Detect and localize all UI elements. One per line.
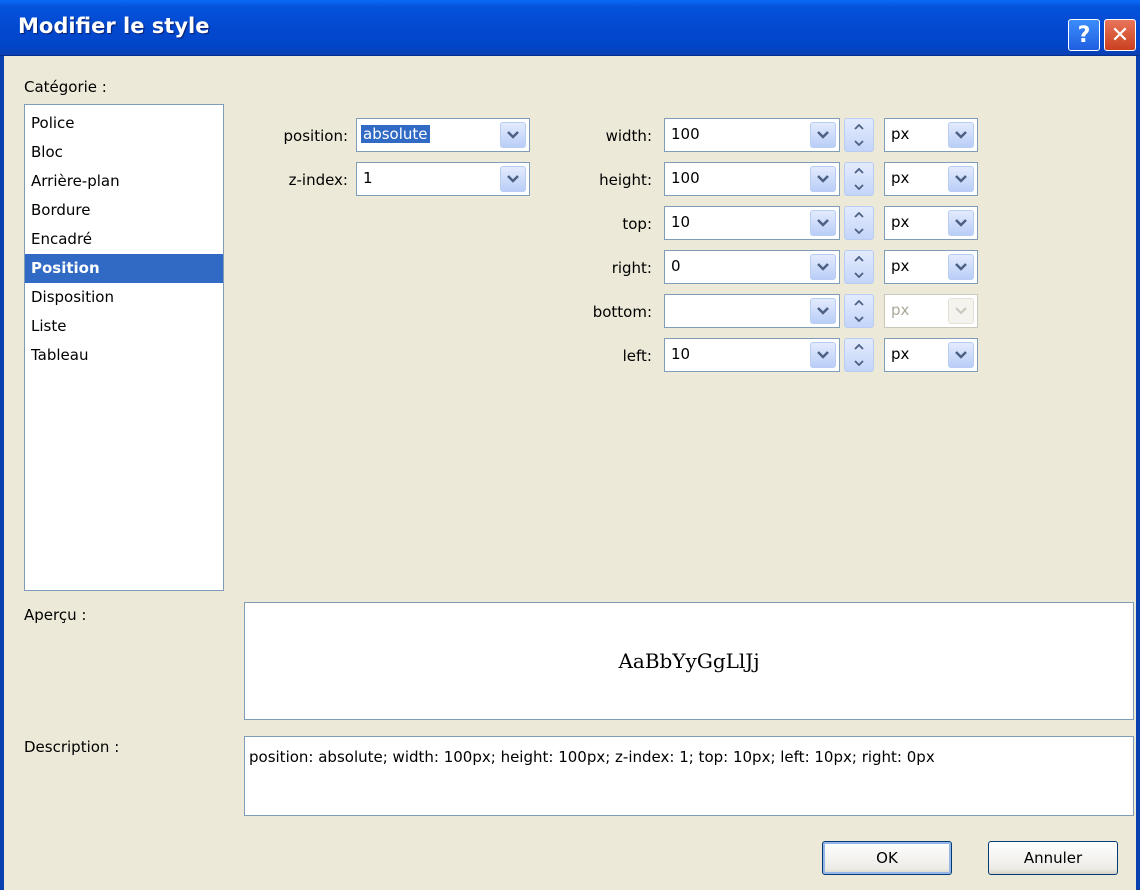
height-value: 100 [671,169,700,187]
right-label: right: [611,259,652,277]
arrow-up-icon[interactable] [845,207,873,223]
right-spinner[interactable] [844,250,874,284]
arrow-up-icon[interactable] [845,339,873,355]
zindex-value: 1 [363,169,373,187]
chevron-down-icon[interactable] [810,166,836,192]
chevron-down-icon [948,298,974,324]
arrow-down-icon[interactable] [845,179,873,195]
left-combo[interactable]: 10 [664,338,840,372]
height-label: height: [599,171,652,189]
cancel-button[interactable]: Annuler [988,841,1118,875]
preview-box: AaBbYyGgLlJj [244,602,1134,720]
width-value: 100 [671,125,700,143]
bottom-label: bottom: [592,303,652,321]
chevron-down-icon[interactable] [810,122,836,148]
chevron-down-icon[interactable] [948,166,974,192]
chevron-down-icon[interactable] [500,166,526,192]
category-item-tableau[interactable]: Tableau [25,341,223,370]
bottom-combo[interactable] [664,294,840,328]
chevron-down-icon[interactable] [810,254,836,280]
help-button[interactable]: ? [1068,19,1100,51]
top-value: 10 [671,213,691,231]
top-combo[interactable]: 10 [664,206,840,240]
left-value: 10 [671,345,691,363]
category-item-police[interactable]: Police [25,109,223,138]
arrow-up-icon[interactable] [845,163,873,179]
left-spinner[interactable] [844,338,874,372]
arrow-up-icon[interactable] [845,251,873,267]
width-label: width: [605,127,652,145]
category-item-position[interactable]: Position [25,254,223,283]
position-combo[interactable]: absolute [356,118,530,152]
close-button[interactable]: ✕ [1104,19,1136,51]
category-label: Catégorie : [24,78,107,96]
chevron-down-icon[interactable] [948,254,974,280]
right-combo[interactable]: 0 [664,250,840,284]
arrow-down-icon[interactable] [845,311,873,327]
window-frame-left [0,56,4,890]
window-frame-right [1136,56,1140,890]
bottom-spinner[interactable] [844,294,874,328]
width-unit: px [891,125,910,143]
left-label: left: [622,347,652,365]
position-value: absolute [361,125,430,143]
zindex-combo[interactable]: 1 [356,162,530,196]
arrow-down-icon[interactable] [845,135,873,151]
arrow-down-icon[interactable] [845,355,873,371]
left-unit: px [891,345,910,363]
top-spinner[interactable] [844,206,874,240]
height-spinner[interactable] [844,162,874,196]
chevron-down-icon[interactable] [948,342,974,368]
category-item-liste[interactable]: Liste [25,312,223,341]
right-unit-combo[interactable]: px [884,250,978,284]
left-unit-combo[interactable]: px [884,338,978,372]
width-combo[interactable]: 100 [664,118,840,152]
chevron-down-icon[interactable] [948,210,974,236]
ok-button[interactable]: OK [822,841,952,875]
chevron-down-icon[interactable] [810,298,836,324]
preview-sample: AaBbYyGgLlJj [618,649,760,673]
top-unit-combo[interactable]: px [884,206,978,240]
window-title: Modifier le style [18,14,210,38]
chevron-down-icon[interactable] [948,122,974,148]
chevron-down-icon[interactable] [810,342,836,368]
height-unit: px [891,169,910,187]
category-item-bloc[interactable]: Bloc [25,138,223,167]
arrow-up-icon[interactable] [845,119,873,135]
zindex-label: z-index: [288,171,348,189]
top-unit: px [891,213,910,231]
width-unit-combo[interactable]: px [884,118,978,152]
arrow-down-icon[interactable] [845,267,873,283]
bottom-unit-combo: px [884,294,978,328]
height-unit-combo[interactable]: px [884,162,978,196]
category-item-encadre[interactable]: Encadré [25,225,223,254]
category-item-disposition[interactable]: Disposition [25,283,223,312]
help-icon: ? [1077,22,1091,48]
description-label: Description : [24,738,120,756]
bottom-unit: px [891,301,910,319]
right-value: 0 [671,257,681,275]
category-list[interactable]: Police Bloc Arrière-plan Bordure Encadré… [24,104,224,591]
category-item-arriere-plan[interactable]: Arrière-plan [25,167,223,196]
category-item-bordure[interactable]: Bordure [25,196,223,225]
right-unit: px [891,257,910,275]
width-spinner[interactable] [844,118,874,152]
chevron-down-icon[interactable] [810,210,836,236]
arrow-up-icon[interactable] [845,295,873,311]
arrow-down-icon[interactable] [845,223,873,239]
top-label: top: [622,215,652,233]
preview-label: Aperçu : [24,606,87,624]
height-combo[interactable]: 100 [664,162,840,196]
position-label: position: [283,127,348,145]
title-bar: Modifier le style ? ✕ [0,0,1140,56]
description-box: position: absolute; width: 100px; height… [244,736,1134,816]
chevron-down-icon[interactable] [500,122,526,148]
close-icon: ✕ [1110,22,1130,48]
